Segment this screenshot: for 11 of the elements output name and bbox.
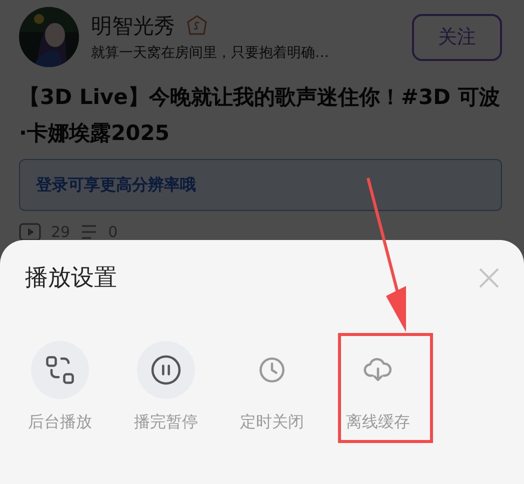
option-button[interactable]: 播完暂停: [113, 341, 219, 433]
author-bio: 就算一天窝在房间里，只要抱着明确…: [91, 44, 330, 62]
author-name: 明智光秀: [91, 13, 175, 40]
option-button[interactable]: 定时关闭: [219, 341, 325, 433]
switch-windows-icon: [43, 353, 77, 387]
pause-icon: [149, 353, 183, 387]
sheet-title: 播放设置: [25, 264, 117, 293]
post-title: 【3D Live】今晚就让我的歌声迷住你！#3D 可波·卡娜埃露2025: [18, 84, 501, 147]
option-button[interactable]: 离线缓存: [325, 341, 431, 433]
option-button[interactable]: 后台播放: [7, 341, 113, 433]
close-icon[interactable]: [478, 266, 500, 288]
